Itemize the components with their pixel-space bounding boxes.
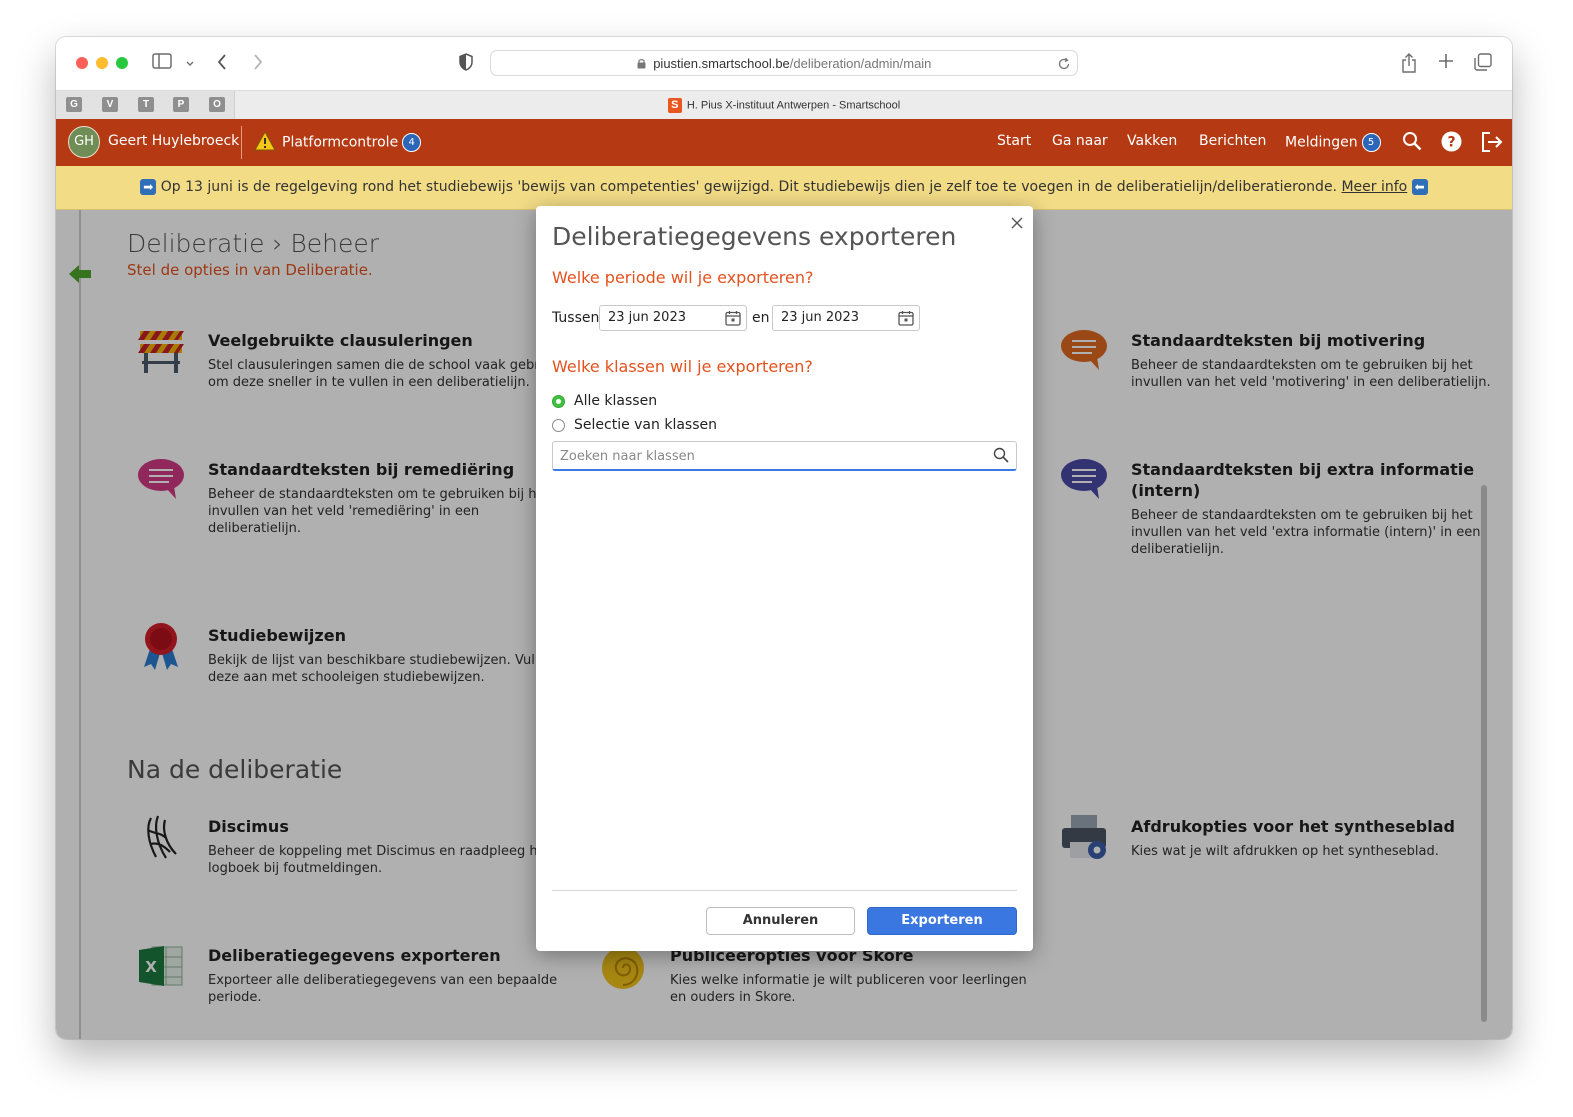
end-date-field[interactable]: 23 jun 2023 (772, 305, 920, 331)
period-question: Welke periode wil je exporteren? (552, 268, 814, 287)
reload-icon[interactable] (1057, 56, 1071, 75)
zoom-window-button[interactable] (116, 57, 128, 69)
platform-check-badge: 4 (402, 133, 422, 152)
smartschool-logo-icon: S (667, 98, 682, 113)
privacy-shield-icon[interactable] (458, 53, 474, 76)
nav-item-berichten[interactable]: Berichten (1199, 133, 1266, 149)
user-name[interactable]: Geert Huylebroeck (108, 133, 239, 149)
app-navbar: GH Geert Huylebroeck Platformcontrole 4 S… (56, 119, 1512, 166)
class-search-input[interactable] (560, 447, 980, 465)
url-path: /deliberation/admin/main (789, 56, 932, 71)
sidebar-toggle-icon[interactable] (152, 53, 172, 74)
arrow-left-icon: ⬅ (1411, 179, 1428, 195)
search-icon[interactable] (993, 447, 1009, 467)
calendar-icon[interactable] (898, 310, 914, 330)
calendar-icon[interactable] (725, 310, 741, 330)
arrow-right-icon: ➡ (140, 179, 157, 195)
tab-overview-icon[interactable] (1474, 53, 1492, 76)
and-label: en (752, 310, 770, 326)
close-icon[interactable] (1011, 212, 1023, 234)
url-host: piustien.smartschool.be (653, 56, 790, 71)
platform-check-label: Platformcontrole (282, 134, 399, 151)
warning-icon (254, 130, 276, 155)
logout-icon[interactable] (1480, 131, 1504, 157)
browser-toolbar: piustien.smartschool.be/deliberation/adm… (56, 37, 1512, 90)
notifications-badge: 5 (1361, 133, 1381, 152)
notice-banner: ➡ Op 13 juni is de regelgeving rond het … (56, 166, 1512, 210)
lock-icon (637, 56, 654, 71)
radio-all-classes-label[interactable]: Alle klassen (574, 393, 657, 409)
nav-item-ga-naar[interactable]: Ga naar (1052, 133, 1108, 149)
nav-item-vakken[interactable]: Vakken (1127, 133, 1177, 149)
start-date-field[interactable]: 23 jun 2023 (599, 305, 747, 331)
nav-item-meldingen[interactable]: Meldingen 5 (1285, 133, 1381, 152)
nav-item-start[interactable]: Start (997, 133, 1031, 149)
class-search-field (552, 441, 1017, 471)
svg-text:?: ? (1447, 135, 1455, 151)
back-icon[interactable] (216, 53, 228, 76)
classes-question: Welke klassen wil je exporteren? (552, 357, 813, 376)
tab-bar: G V T P O S H. Pius X-instituut Antwerpen… (56, 90, 1512, 120)
dialog-divider (552, 890, 1017, 891)
radio-all-classes[interactable] (552, 395, 565, 408)
search-icon[interactable] (1402, 131, 1422, 155)
avatar[interactable]: GH (68, 126, 100, 158)
new-tab-icon[interactable] (1438, 53, 1454, 74)
address-bar[interactable]: piustien.smartschool.be/deliberation/adm… (490, 50, 1078, 76)
notice-text: Op 13 juni is de regelgeving rond het st… (160, 179, 1338, 195)
radio-selected-classes[interactable] (552, 419, 565, 432)
page-scrollbar[interactable] (1481, 485, 1487, 1022)
nav-divider (241, 126, 242, 159)
tab-title: H. Pius X-instituut Antwerpen - Smartsch… (686, 99, 901, 112)
browser-window: piustien.smartschool.be/deliberation/adm… (56, 37, 1512, 1039)
active-tab[interactable]: S H. Pius X-instituut Antwerpen - Smartsc… (56, 98, 1512, 113)
between-label: Tussen (552, 310, 600, 326)
meldingen-label: Meldingen (1285, 134, 1358, 151)
platform-check-link[interactable]: Platformcontrole 4 (282, 133, 422, 152)
start-date-value: 23 jun 2023 (608, 310, 686, 325)
share-icon[interactable] (1401, 53, 1417, 78)
help-icon[interactable]: ? (1441, 131, 1462, 156)
dialog-title: Deliberatiegegevens exporteren (552, 222, 957, 251)
export-button[interactable]: Exporteren (867, 907, 1017, 935)
export-dialog: Deliberatiegegevens exporteren Welke per… (536, 206, 1033, 951)
cancel-button[interactable]: Annuleren (706, 907, 855, 935)
forward-icon[interactable] (252, 53, 264, 76)
chevron-down-icon[interactable] (185, 54, 195, 74)
close-window-button[interactable] (76, 57, 88, 69)
more-info-link[interactable]: Meer info (1341, 179, 1407, 195)
radio-selected-classes-label[interactable]: Selectie van klassen (574, 417, 717, 433)
minimize-window-button[interactable] (96, 57, 108, 69)
end-date-value: 23 jun 2023 (781, 310, 859, 325)
